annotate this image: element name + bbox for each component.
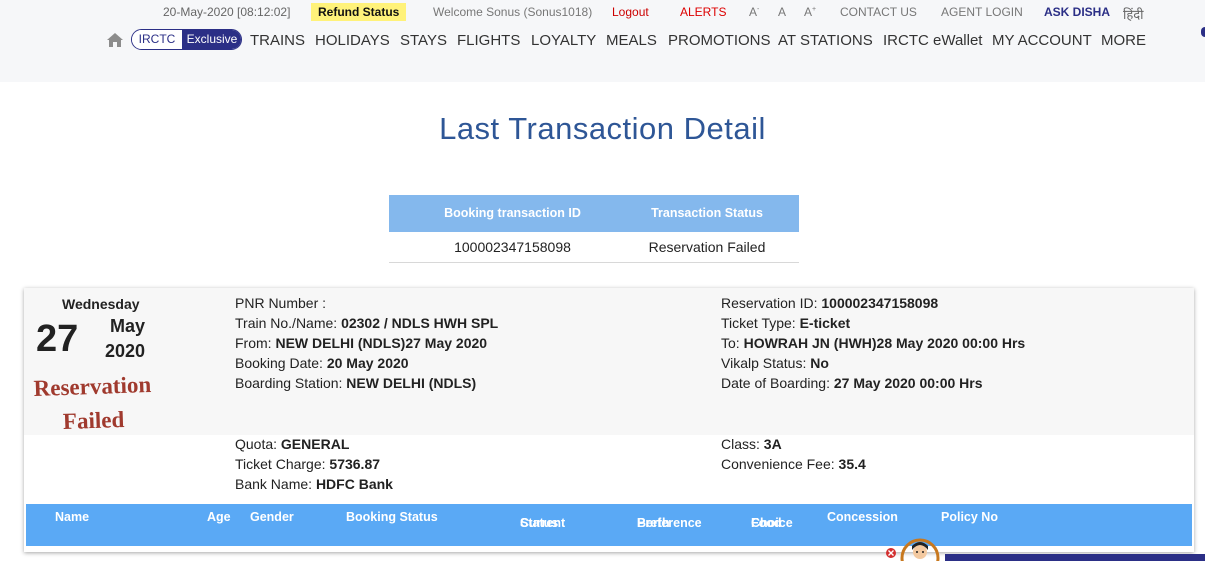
booking-transaction-id: 100002347158098 bbox=[454, 239, 571, 255]
ticket-card: Wednesday 27 May 2020 Reservation Failed… bbox=[24, 288, 1194, 552]
nav-irctc-ewallet[interactable]: IRCTC eWallet bbox=[883, 32, 982, 49]
hindi-language-link[interactable]: हिंदी bbox=[1123, 5, 1144, 23]
reservation-id: Reservation ID: 100002347158098 bbox=[721, 295, 939, 311]
col-booking-status: Booking Status bbox=[346, 510, 438, 524]
alerts-link[interactable]: ALERTS bbox=[680, 5, 726, 19]
journey-day: 27 bbox=[36, 318, 79, 360]
travel-class: Class: 3A bbox=[721, 436, 782, 452]
col-age: Age bbox=[207, 510, 231, 524]
nav-more[interactable]: MORE bbox=[1101, 32, 1146, 49]
date-of-boarding: Date of Boarding: 27 May 2020 00:00 Hrs bbox=[721, 375, 983, 391]
reservation-failed-stamp: Reservation Failed bbox=[23, 368, 163, 441]
ticket-type: Ticket Type: E-ticket bbox=[721, 315, 851, 331]
font-decrease-button[interactable]: A- bbox=[749, 5, 759, 19]
table-row: 100002347158098 Reservation Failed bbox=[389, 232, 799, 263]
to-station: To: HOWRAH JN (HWH)28 May 2020 00:00 Hrs bbox=[721, 335, 1026, 351]
passenger-table-header: Name Age Gender Booking Status Current St… bbox=[26, 504, 1192, 546]
utility-links: 20-May-2020 [08:12:02] Refund Status Wel… bbox=[0, 3, 1205, 23]
transaction-status: Reservation Failed bbox=[648, 239, 766, 255]
session-datetime: 20-May-2020 [08:12:02] bbox=[163, 5, 291, 19]
ticket-charge: Ticket Charge: 5736.87 bbox=[235, 456, 381, 472]
journey-year: 2020 bbox=[105, 341, 146, 361]
quota: Quota: GENERAL bbox=[235, 436, 350, 452]
col-name: Name bbox=[55, 510, 90, 524]
disha-chatbot-mascot[interactable] bbox=[884, 538, 954, 561]
refund-status-button[interactable]: Refund Status bbox=[311, 3, 407, 21]
transaction-table-header: Booking transaction ID Transaction Statu… bbox=[389, 195, 799, 232]
boarding-station: Boarding Station: NEW DELHI (NDLS) bbox=[235, 375, 477, 391]
page-title: Last Transaction Detail bbox=[439, 111, 766, 146]
nav-trains[interactable]: TRAINS bbox=[250, 32, 305, 49]
stamp-line-2: Failed bbox=[62, 406, 125, 435]
col-policy-no: Policy No bbox=[941, 510, 998, 524]
journey-month: May bbox=[110, 316, 146, 336]
vikalp-status: Vikalp Status: No bbox=[721, 355, 829, 371]
nav-meals[interactable]: MEALS bbox=[606, 32, 657, 49]
welcome-text: Welcome Sonus (Sonus1018) bbox=[433, 5, 593, 19]
nav-loyalty[interactable]: LOYALTY bbox=[531, 32, 596, 49]
contact-us-link[interactable]: CONTACT US bbox=[840, 5, 917, 19]
nav-holidays[interactable]: HOLIDAYS bbox=[315, 32, 390, 49]
header-transaction-status: Transaction Status bbox=[651, 206, 763, 220]
convenience-fee: Convenience Fee: 35.4 bbox=[721, 456, 866, 472]
home-icon[interactable] bbox=[106, 32, 124, 48]
font-normal-button[interactable]: A bbox=[778, 5, 786, 19]
transaction-table: Booking transaction ID Transaction Statu… bbox=[389, 195, 799, 263]
nav-promotions[interactable]: PROMOTIONS bbox=[668, 32, 771, 49]
booking-date: Booking Date: 20 May 2020 bbox=[235, 355, 409, 371]
nav-at-stations[interactable]: AT STATIONS bbox=[778, 32, 873, 49]
badge-exclusive: Exclusive bbox=[182, 30, 241, 49]
header-booking-transaction-id: Booking transaction ID bbox=[444, 206, 581, 220]
from-station: From: NEW DELHI (NDLS)27 May 2020 bbox=[235, 335, 488, 351]
stamp-line-1: Reservation bbox=[33, 371, 152, 402]
chatbot-bar bbox=[945, 554, 1205, 561]
ticket-summary-band bbox=[24, 288, 1194, 435]
nav-flights[interactable]: FLIGHTS bbox=[457, 32, 520, 49]
nav-my-account[interactable]: MY ACCOUNT bbox=[992, 32, 1092, 49]
badge-irctc: IRCTC bbox=[132, 30, 182, 49]
train-name: Train No./Name: 02302 / NDLS HWH SPL bbox=[235, 315, 499, 331]
edge-indicator bbox=[1201, 27, 1205, 37]
col-gender: Gender bbox=[250, 510, 294, 524]
agent-login-link[interactable]: AGENT LOGIN bbox=[941, 5, 1023, 19]
pnr-number: PNR Number : bbox=[235, 295, 327, 311]
ask-disha-link[interactable]: ASK DISHA bbox=[1044, 5, 1110, 19]
col-concession: Concession bbox=[827, 510, 898, 524]
bank-name: Bank Name: HDFC Bank bbox=[235, 476, 393, 492]
journey-weekday: Wednesday bbox=[62, 296, 140, 312]
logout-link[interactable]: Logout bbox=[612, 5, 649, 19]
nav-stays[interactable]: STAYS bbox=[400, 32, 447, 49]
irctc-exclusive-badge[interactable]: IRCTC Exclusive bbox=[131, 29, 242, 50]
font-increase-button[interactable]: A+ bbox=[804, 5, 816, 19]
